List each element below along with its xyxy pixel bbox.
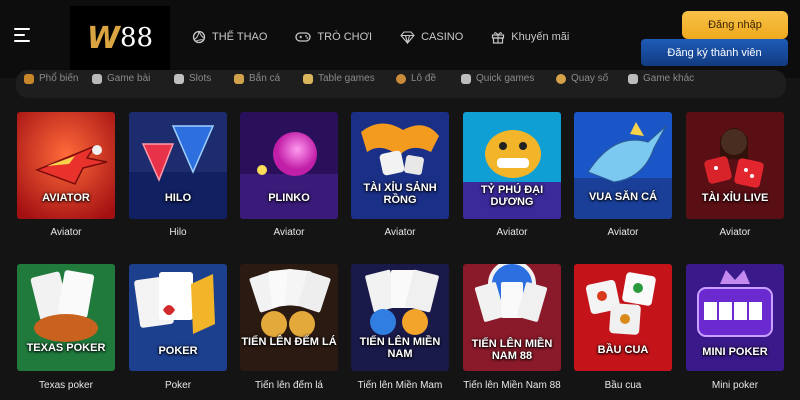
- game-caption[interactable]: Texas poker: [10, 380, 122, 391]
- game-title: HILO: [164, 192, 192, 204]
- game-tile-poker[interactable]: POKER: [129, 264, 227, 371]
- cards-icon: [17, 264, 115, 371]
- category-label: Phổ biến: [39, 73, 79, 84]
- category-label: Table games: [318, 73, 375, 84]
- game-tile-tai-xiu-sanh-rong[interactable]: TÀI XỈU SẢNH RỒNG: [351, 112, 449, 219]
- nav-promotions-label: Khuyến mãi: [511, 31, 570, 43]
- category-label: Game khác: [643, 73, 695, 84]
- game-title: TIẾN LÊN MIỀN NAM: [359, 336, 441, 360]
- game-tile-vua-san-ca[interactable]: VUA SĂN CÁ: [574, 112, 672, 219]
- grid-icon: [628, 73, 638, 84]
- nav-casino-label: CASINO: [421, 31, 464, 43]
- register-button[interactable]: Đăng ký thành viên: [641, 39, 788, 66]
- bolt-icon: [461, 73, 471, 84]
- category-label: Quick games: [476, 73, 535, 84]
- category-label: Bắn cá: [249, 73, 281, 84]
- main-nav: THỂ THAO TRÒ CHƠI CASINO Khuyến mãi: [192, 30, 597, 44]
- game-title: TÀI XỈU SẢNH RỒNG: [363, 182, 437, 206]
- game-title: POKER: [158, 345, 198, 357]
- gift-icon: [492, 32, 505, 44]
- game-caption[interactable]: Hilo: [122, 227, 234, 238]
- category-fishing[interactable]: Bắn cá: [234, 73, 280, 84]
- table-icon: [303, 73, 313, 84]
- game-caption[interactable]: Bầu cua: [567, 380, 679, 391]
- ball-icon: [396, 73, 406, 84]
- site-logo[interactable]: W 88: [70, 6, 170, 70]
- game-tile-tien-len-mien-nam[interactable]: TIẾN LÊN MIỀN NAM: [351, 264, 449, 371]
- game-caption[interactable]: Aviator: [567, 227, 679, 238]
- game-tile-hilo[interactable]: HILO: [129, 112, 227, 219]
- category-number-draw[interactable]: Quay số: [556, 73, 608, 84]
- top-header: W 88 THỂ THAO TRÒ CHƠI CASINO Khuyến mãi…: [0, 0, 800, 78]
- game-caption[interactable]: Poker: [122, 380, 234, 391]
- category-other-games[interactable]: Game khác: [628, 73, 694, 84]
- game-caption[interactable]: Aviator: [344, 227, 456, 238]
- game-title: PLINKO: [268, 192, 310, 204]
- game-title: TỶ PHÚ ĐẠI DƯƠNG: [480, 184, 544, 208]
- login-button[interactable]: Đăng nhập: [682, 11, 788, 39]
- game-tile-tien-len-mien-nam-88[interactable]: TIẾN LÊN MIỀN NAM 88: [463, 264, 561, 371]
- game-tile-aviator[interactable]: AVIATOR: [17, 112, 115, 219]
- cards-icon: [240, 264, 338, 371]
- logo-digits: 88: [120, 23, 154, 53]
- game-caption[interactable]: Tiến lên Miền Nam 88: [456, 380, 568, 391]
- nav-games[interactable]: TRÒ CHƠI: [295, 31, 372, 43]
- game-tile-tai-xiu-live[interactable]: TÀI XỈU LIVE: [686, 112, 784, 219]
- game-tile-tien-len-dem-la[interactable]: TIẾN LÊN ĐẾM LÁ: [240, 264, 338, 371]
- category-label: Lô đề: [411, 73, 437, 84]
- game-caption[interactable]: Aviator: [10, 227, 122, 238]
- menu-icon[interactable]: [14, 28, 30, 42]
- category-quick-games[interactable]: Quick games: [461, 73, 534, 84]
- category-bar: Phổ biến Game bài Slots Bắn cá Table gam…: [16, 70, 786, 98]
- category-lottery[interactable]: Lô đề: [396, 73, 436, 84]
- category-table-games[interactable]: Table games: [303, 73, 375, 84]
- game-caption[interactable]: Tiến lên đếm lá: [233, 380, 345, 391]
- game-tile-texas-poker[interactable]: TEXAS POKER: [17, 264, 115, 371]
- category-label: Game bài: [107, 73, 151, 84]
- gamepad-icon: [295, 32, 312, 42]
- game-title: TÀI XỈU LIVE: [701, 192, 769, 204]
- game-caption[interactable]: Mini poker: [679, 380, 791, 391]
- slot-icon: [174, 73, 184, 84]
- game-tile-plinko[interactable]: PLINKO: [240, 112, 338, 219]
- volleyball-icon: [192, 30, 206, 44]
- game-tile-bau-cua[interactable]: BẦU CUA: [574, 264, 672, 371]
- game-tile-mini-poker[interactable]: MINI POKER: [686, 264, 784, 371]
- game-title: TEXAS POKER: [26, 342, 106, 354]
- nav-sports-label: THỂ THAO: [212, 31, 268, 43]
- game-title: MINI POKER: [702, 346, 768, 358]
- cards-icon: [92, 73, 102, 84]
- fire-icon: [24, 73, 34, 84]
- nav-promotions[interactable]: Khuyến mãi: [491, 30, 569, 44]
- game-title: VUA SĂN CÁ: [588, 191, 658, 203]
- nav-sports[interactable]: THỂ THAO: [192, 30, 267, 44]
- game-tile-ty-phu-dai-duong[interactable]: TỶ PHÚ ĐẠI DƯƠNG: [463, 112, 561, 219]
- game-caption[interactable]: Aviator: [679, 227, 791, 238]
- nav-casino[interactable]: CASINO: [400, 30, 464, 44]
- wheel-icon: [556, 73, 566, 84]
- game-caption[interactable]: Aviator: [456, 227, 568, 238]
- game-caption[interactable]: Aviator: [233, 227, 345, 238]
- game-title: TIẾN LÊN MIỀN NAM 88: [471, 338, 553, 362]
- game-caption[interactable]: Tiến lên Miền Mam: [344, 380, 456, 391]
- game-title: BẦU CUA: [597, 344, 649, 356]
- category-card-games[interactable]: Game bài: [92, 73, 150, 84]
- category-label: Quay số: [571, 73, 609, 84]
- category-popular[interactable]: Phổ biến: [24, 73, 78, 84]
- game-title: AVIATOR: [42, 192, 90, 204]
- logo-letter: W: [86, 20, 120, 56]
- game-title: TIẾN LÊN ĐẾM LÁ: [241, 336, 337, 348]
- diamond-icon: [400, 30, 415, 44]
- category-slots[interactable]: Slots: [174, 73, 211, 84]
- nav-games-label: TRÒ CHƠI: [317, 31, 373, 43]
- category-label: Slots: [189, 73, 212, 84]
- fish-icon: [234, 73, 244, 84]
